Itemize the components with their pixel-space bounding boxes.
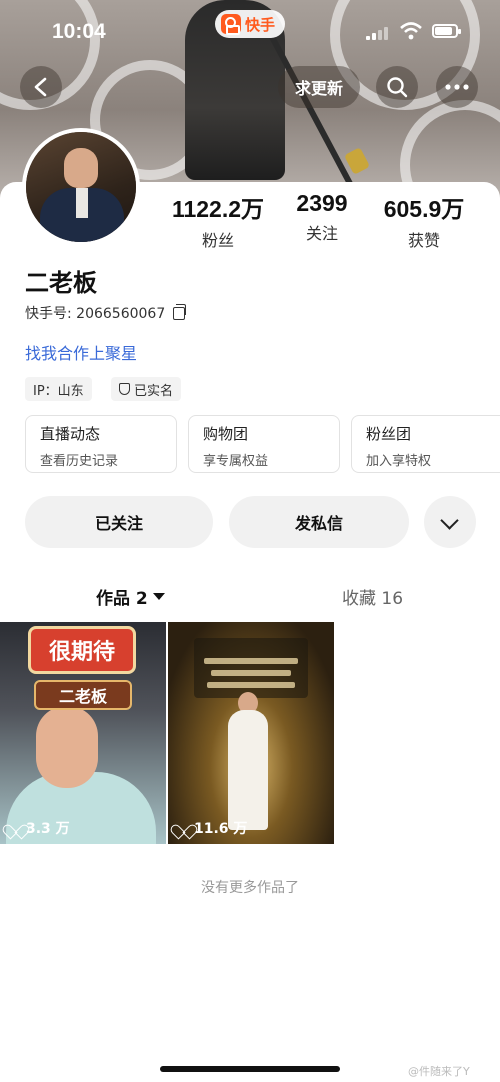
tab-works[interactable]: 作品 2 bbox=[96, 584, 165, 609]
video-banner: 很期待 bbox=[28, 626, 136, 674]
video-likes: 3.3 万 bbox=[8, 818, 70, 838]
video-likes-count: 3.3 万 bbox=[26, 821, 70, 837]
back-button[interactable] bbox=[20, 66, 62, 108]
watermark: @件随来了Y bbox=[408, 1065, 470, 1078]
chevron-left-icon bbox=[34, 77, 47, 97]
avatar[interactable] bbox=[22, 128, 140, 246]
app-name: 快手 bbox=[245, 15, 276, 34]
ip-location-tag: IP：山东 bbox=[25, 377, 92, 401]
stat-followers-value: 1122.2万 bbox=[171, 196, 265, 222]
feature-shopping-group[interactable]: 购物团 享专属权益 bbox=[188, 415, 340, 473]
video-stage-screen bbox=[194, 638, 308, 698]
feature-fan-group[interactable]: 粉丝团 加入享特权 bbox=[351, 415, 500, 473]
stat-following-value: 2399 bbox=[296, 190, 348, 216]
tab-favorites-label: 收藏 16 bbox=[342, 589, 404, 609]
feature-subtitle: 查看历史记录 bbox=[40, 454, 119, 469]
stat-likes[interactable]: 605.9万 获赞 bbox=[376, 190, 472, 251]
more-button[interactable] bbox=[436, 66, 478, 108]
kuaishou-logo-icon bbox=[221, 14, 241, 35]
verified-tag: 已实名 bbox=[111, 377, 182, 401]
stat-likes-value: 605.9万 bbox=[383, 196, 465, 222]
video-thumbnail[interactable]: 11.6 万 bbox=[168, 622, 334, 844]
tab-works-label: 作品 2 bbox=[96, 589, 148, 609]
avatar-head bbox=[64, 148, 98, 188]
shield-icon bbox=[119, 383, 130, 395]
no-more-works-text: 没有更多作品了 bbox=[201, 880, 299, 896]
stat-following[interactable]: 2399 关注 bbox=[286, 190, 358, 244]
verified-text: 已实名 bbox=[134, 383, 174, 399]
status-bar: 10:04 快手 bbox=[0, 0, 500, 64]
video-name-tag: 二老板 bbox=[34, 680, 132, 710]
video-likes-count: 11.6 万 bbox=[194, 821, 248, 837]
more-dots-icon bbox=[445, 84, 469, 90]
video-likes: 11.6 万 bbox=[176, 818, 247, 838]
video-screen-text-line bbox=[211, 670, 291, 676]
collab-link[interactable]: 找我合作上聚星 bbox=[25, 340, 137, 364]
kuaishou-id-row[interactable]: 快手号: 2066560067 bbox=[25, 303, 187, 323]
feature-title: 购物团 bbox=[203, 425, 249, 443]
stat-followers-label: 粉丝 bbox=[201, 231, 234, 250]
video-screen-text-line bbox=[204, 658, 298, 664]
tab-favorites[interactable]: 收藏 16 bbox=[342, 584, 403, 609]
video-person-suit bbox=[228, 710, 268, 830]
stat-likes-label: 获赞 bbox=[407, 231, 440, 250]
wifi-icon bbox=[400, 22, 422, 40]
video-screen-text-line bbox=[207, 682, 295, 688]
home-indicator[interactable] bbox=[160, 1066, 340, 1072]
heart-icon bbox=[176, 822, 190, 835]
copy-icon[interactable] bbox=[173, 303, 187, 320]
ip-location-text: IP：山东 bbox=[33, 383, 84, 399]
feature-subtitle: 加入享特权 bbox=[366, 454, 432, 469]
search-icon bbox=[387, 77, 408, 98]
feature-subtitle: 享专属权益 bbox=[203, 454, 269, 469]
expand-chevron-button[interactable] bbox=[424, 496, 476, 548]
cover-staff-tip bbox=[343, 147, 371, 175]
followed-button[interactable]: 已关注 bbox=[25, 496, 213, 548]
request-update-button[interactable]: 求更新 bbox=[278, 66, 360, 108]
video-thumbnail[interactable]: 很期待 二老板 3.3 万 bbox=[0, 622, 166, 844]
caret-down-icon bbox=[152, 593, 165, 600]
avatar-shirt bbox=[76, 188, 88, 218]
cellular-signal-icon bbox=[366, 26, 390, 40]
message-button[interactable]: 发私信 bbox=[229, 496, 409, 548]
video-person-face bbox=[36, 706, 98, 788]
feature-title: 直播动态 bbox=[40, 425, 101, 443]
stat-followers[interactable]: 1122.2万 粉丝 bbox=[168, 190, 268, 251]
heart-icon bbox=[8, 822, 22, 835]
app-indicator-pill[interactable]: 快手 bbox=[215, 10, 286, 38]
feature-live-history[interactable]: 直播动态 查看历史记录 bbox=[25, 415, 177, 473]
search-button[interactable] bbox=[376, 66, 418, 108]
battery-icon bbox=[432, 24, 461, 38]
feature-title: 粉丝团 bbox=[366, 425, 412, 443]
kuaishou-id: 快手号: 2066560067 bbox=[25, 306, 166, 322]
status-time: 10:04 bbox=[52, 20, 106, 43]
stat-following-label: 关注 bbox=[305, 224, 338, 243]
profile-name: 二老板 bbox=[25, 269, 97, 297]
